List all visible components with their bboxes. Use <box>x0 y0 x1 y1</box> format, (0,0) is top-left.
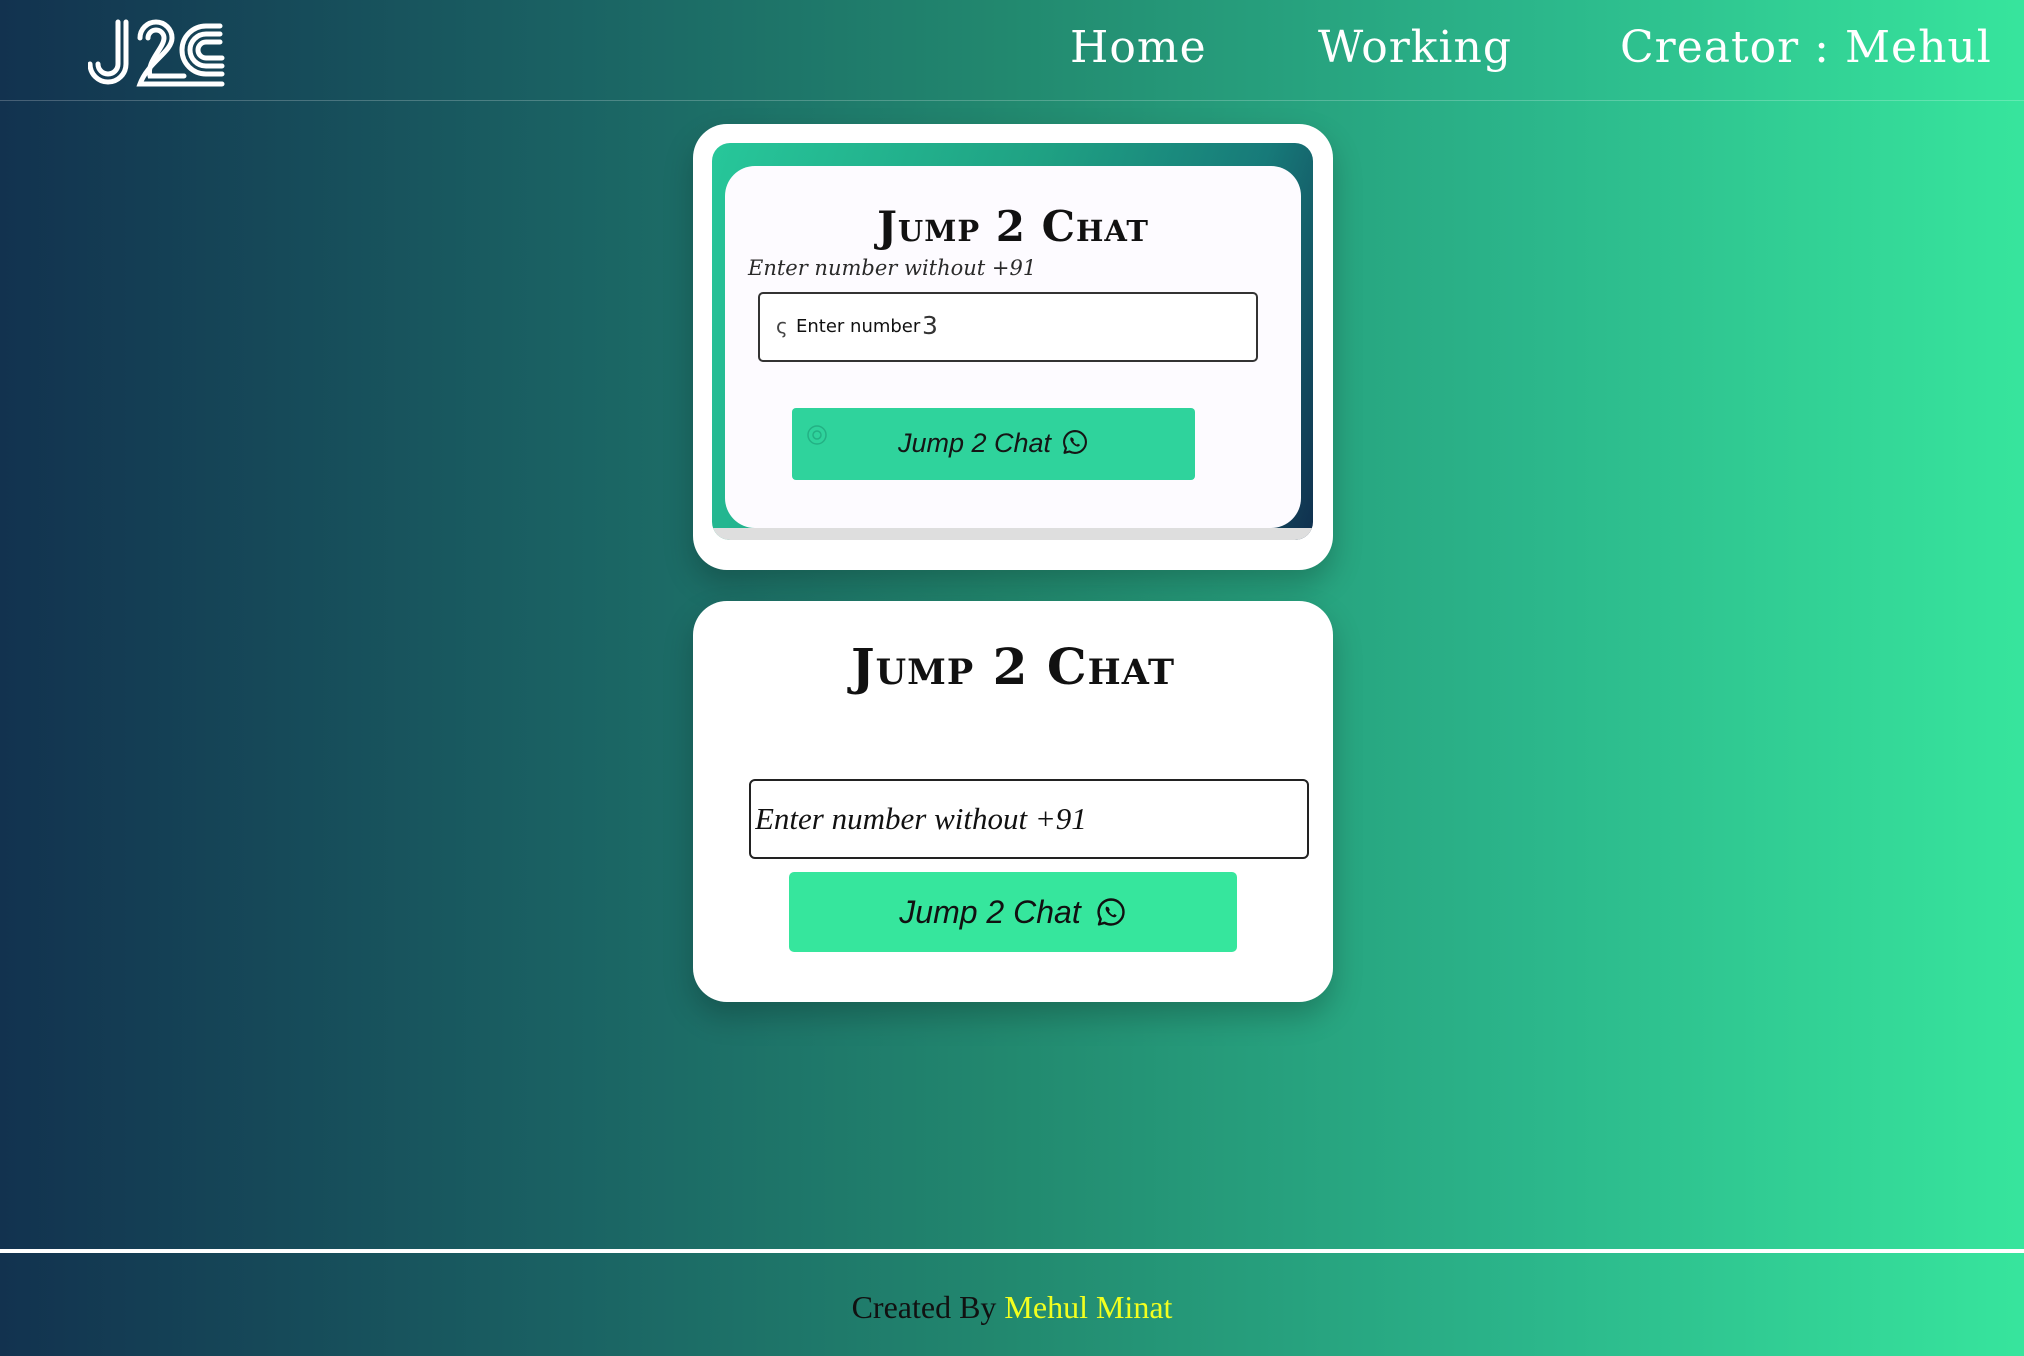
preview-jump-button: Jump 2 Chat <box>792 408 1195 480</box>
form-title: Jump 2 Chat <box>851 637 1175 696</box>
footer-author-name: Mehul Minat <box>1004 1289 1173 1325</box>
whatsapp-icon <box>1097 897 1125 926</box>
preview-bottom-strip <box>712 528 1313 540</box>
footer-prefix: Created By <box>851 1289 997 1325</box>
preview-button-label: Jump 2 Chat <box>792 428 1195 459</box>
whatsapp-icon <box>1063 430 1087 454</box>
preview-number-input: ς Enter number 3 <box>758 292 1258 362</box>
nav-creator-link[interactable]: Creator : Mehul <box>1620 22 1992 73</box>
preview-hint: Enter number without +91 <box>748 256 1037 280</box>
phone-number-input[interactable] <box>749 779 1309 859</box>
preview-input-label: Enter number <box>796 316 921 337</box>
cursor-icon: ς <box>776 314 788 338</box>
app-preview-image: Jump 2 Chat Enter number without +91 ς E… <box>712 143 1313 540</box>
preview-title: Jump 2 Chat <box>877 202 1149 251</box>
preview-input-value: 3 <box>922 311 938 340</box>
nav-home-link[interactable]: Home <box>1070 22 1207 73</box>
navbar: Home Working Creator : Mehul <box>0 0 2024 101</box>
footer: Created By Mehul Minat <box>0 1289 2024 1326</box>
jump-button-label: Jump 2 Chat <box>899 893 1081 930</box>
j2c-logo[interactable] <box>87 18 228 90</box>
preview-button-text: Jump 2 Chat <box>897 428 1052 458</box>
jump-2-chat-button[interactable]: Jump 2 Chat <box>789 872 1237 952</box>
preview-card: Jump 2 Chat Enter number without +91 ς E… <box>693 124 1333 570</box>
nav-working-link[interactable]: Working <box>1318 22 1512 73</box>
preview-panel: Jump 2 Chat Enter number without +91 ς E… <box>725 166 1301 528</box>
footer-divider <box>0 1249 2024 1253</box>
jump-chat-form-card: Jump 2 Chat Jump 2 Chat <box>693 601 1333 1002</box>
